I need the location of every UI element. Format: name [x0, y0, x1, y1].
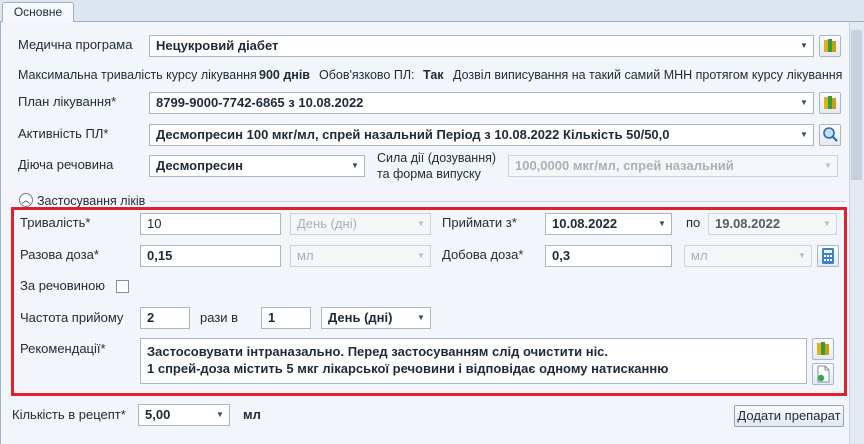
program-book-button[interactable] [819, 35, 841, 57]
chevron-down-icon[interactable]: ▼ [415, 214, 427, 234]
search-icon [823, 127, 838, 142]
duration-input[interactable]: 10 [140, 213, 281, 235]
allow-same-inn-text: Дозвіл виписування на такий самий МНН пр… [453, 68, 843, 82]
single-dose-label: Разова доза* [20, 247, 99, 262]
substance-select[interactable]: Десмопресин ▼ [149, 155, 365, 177]
daily-dose-unit-select[interactable]: мл ▼ [684, 245, 812, 267]
chevron-down-icon[interactable]: ▼ [798, 36, 810, 56]
recommendations-document-button[interactable] [812, 363, 834, 385]
collapse-chevron-up-icon[interactable]: ︿ [19, 193, 33, 207]
strength-label-line1: Сила дії (дозування) [377, 151, 497, 165]
chevron-down-icon[interactable]: ▼ [656, 214, 668, 234]
single-dose-input[interactable]: 0,15 [140, 245, 281, 267]
document-refresh-icon [817, 365, 830, 383]
calculator-icon [822, 248, 834, 264]
frequency-label: Частота прийому [20, 310, 124, 325]
section-title: Застосування ліків [37, 194, 146, 208]
chevron-down-icon[interactable]: ▼ [349, 156, 361, 176]
recommendations-book-button[interactable] [812, 338, 834, 360]
duration-label: Тривалість* [20, 215, 91, 230]
strength-select[interactable]: 100,0000 мкг/мл, спрей назальний ▼ [508, 155, 838, 177]
plan-value: 8799-9000-7742-6865 з 10.08.2022 [156, 95, 364, 110]
quantity-unit: мл [243, 407, 261, 422]
to-label: по [686, 215, 701, 230]
mandatory-label: Обов'язково ПЛ: [319, 68, 415, 82]
take-from-value: 10.08.2022 [552, 216, 618, 231]
activity-value: Десмопресин 100 мкг/мл, спрей назальний … [156, 127, 670, 142]
chevron-down-icon[interactable]: ▼ [415, 308, 427, 328]
add-drug-button[interactable]: Додати препарат [734, 405, 844, 427]
chevron-down-icon[interactable]: ▼ [415, 246, 427, 266]
max-duration-label: Максимальна тривалість курсу лікування [18, 68, 257, 82]
program-select[interactable]: Нецукровий діабет ▼ [149, 35, 814, 57]
recommendations-textarea[interactable]: Застосовувати інтраназально. Перед засто… [140, 338, 807, 384]
take-to-date[interactable]: 19.08.2022 ▼ [708, 213, 837, 235]
plan-label: План лікування* [18, 94, 117, 109]
by-substance-label: За речовиною [20, 278, 106, 293]
strength-value: 100,0000 мкг/мл, спрей назальний [515, 158, 734, 173]
quantity-label: Кількість в рецепт* [12, 407, 126, 422]
calculator-button[interactable] [817, 245, 839, 267]
book-icon [817, 342, 829, 355]
daily-dose-label: Добова доза* [442, 247, 524, 262]
chevron-down-icon[interactable]: ▼ [822, 156, 834, 176]
mandatory-value: Так [423, 68, 444, 82]
single-dose-unit-value: мл [297, 248, 314, 263]
plan-book-button[interactable] [819, 92, 841, 114]
daily-dose-input[interactable]: 0,3 [545, 245, 672, 267]
chevron-down-icon[interactable]: ▼ [214, 405, 226, 425]
tab-strip [0, 0, 864, 22]
program-value: Нецукровий діабет [156, 38, 279, 53]
chevron-down-icon[interactable]: ▼ [796, 246, 808, 266]
substance-label: Діюча речовина [18, 157, 114, 172]
scrollbar-thumb[interactable] [851, 30, 862, 180]
single-dose-unit-select[interactable]: мл ▼ [290, 245, 431, 267]
activity-select[interactable]: Десмопресин 100 мкг/мл, спрей назальний … [149, 124, 814, 146]
tab-main[interactable]: Основне [2, 2, 74, 23]
frequency-period-input[interactable]: 1 [261, 307, 311, 329]
chevron-down-icon[interactable]: ▼ [798, 125, 810, 145]
frequency-unit-select[interactable]: День (дні) ▼ [321, 307, 431, 329]
strength-label-line2: та форма випуску [377, 167, 481, 181]
recommendations-label: Рекомендації* [20, 341, 106, 356]
frequency-unit-value: День (дні) [328, 310, 393, 325]
frequency-times-input[interactable]: 2 [140, 307, 190, 329]
duration-unit-select[interactable]: День (дні) ▼ [290, 213, 431, 235]
section-divider [150, 201, 845, 202]
max-duration-value: 900 днів [259, 68, 310, 82]
activity-label: Активність ПЛ* [18, 126, 109, 141]
chevron-down-icon[interactable]: ▼ [798, 93, 810, 113]
book-icon [824, 96, 836, 109]
take-from-date[interactable]: 10.08.2022 ▼ [545, 213, 672, 235]
plan-select[interactable]: 8799-9000-7742-6865 з 10.08.2022 ▼ [149, 92, 814, 114]
quantity-select[interactable]: 5,00 ▼ [138, 404, 230, 426]
activity-search-button[interactable] [819, 124, 841, 146]
take-from-label: Приймати з* [442, 215, 517, 230]
quantity-value: 5,00 [145, 407, 171, 422]
book-icon [824, 39, 836, 52]
substance-value: Десмопресин [156, 158, 244, 173]
recommendations-line-1: Застосовувати інтраназально. Перед засто… [147, 344, 609, 359]
by-substance-checkbox[interactable] [116, 280, 129, 293]
recommendations-line-2: 1 спрей-доза містить 5 мкг лікарської ре… [147, 361, 669, 376]
chevron-down-icon[interactable]: ▼ [821, 214, 833, 234]
daily-dose-unit-value: мл [691, 248, 708, 263]
take-to-value: 19.08.2022 [715, 216, 781, 231]
program-label: Медична програма [18, 37, 133, 52]
times-in-label: рази в [200, 310, 239, 325]
duration-unit-value: День (дні) [297, 216, 357, 231]
